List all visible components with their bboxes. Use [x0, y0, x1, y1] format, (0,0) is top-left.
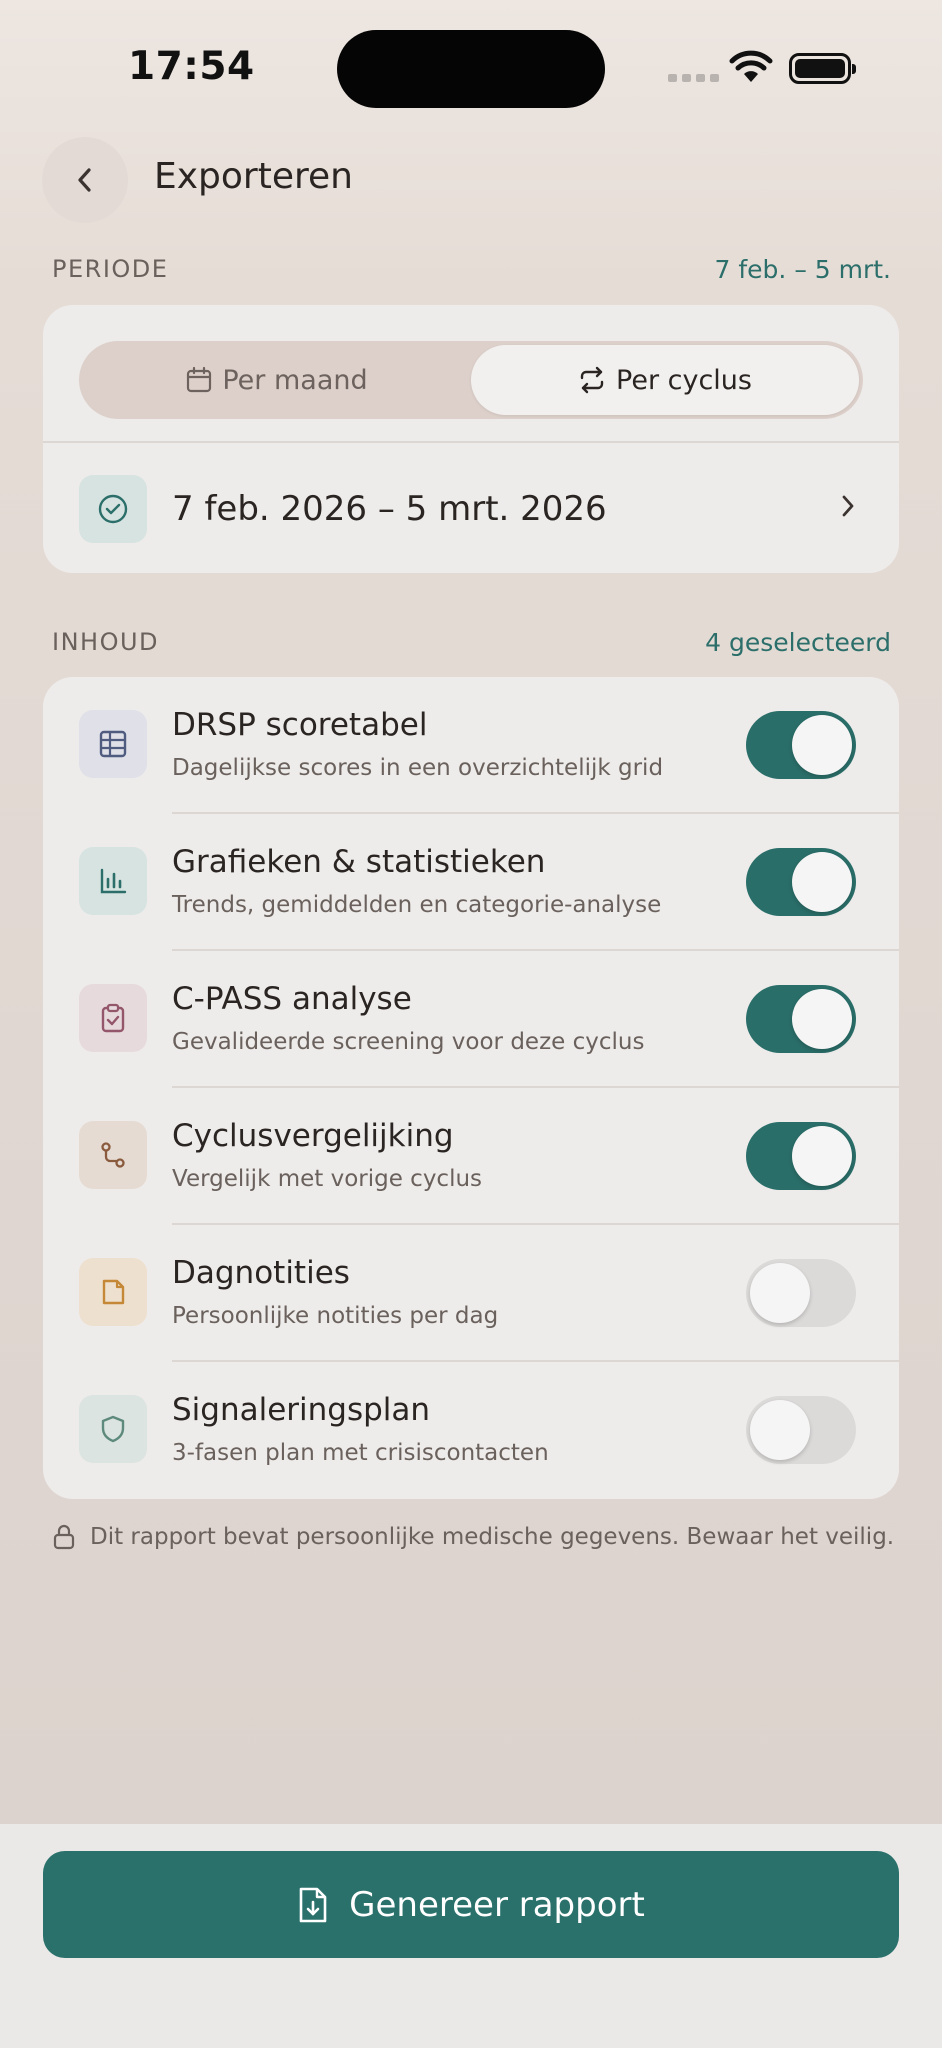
page-title: Exporteren — [154, 156, 353, 197]
toggle-grafieken[interactable] — [746, 848, 856, 916]
check-circle-icon — [79, 475, 147, 543]
item-subtitle: Vergelijk met vorige cyclus — [172, 1166, 483, 1192]
chevron-right-icon — [842, 495, 854, 517]
item-title: Dagnotities — [172, 1255, 350, 1291]
status-bar: 17:54 — [0, 0, 942, 140]
note-icon — [79, 1258, 147, 1326]
generate-report-button[interactable]: Genereer rapport — [43, 1851, 899, 1958]
item-title: Grafieken & statistieken — [172, 844, 546, 880]
toggle-drsp[interactable] — [746, 711, 856, 779]
period-segmented-control: Per maand Per cyclus — [79, 341, 863, 419]
segment-per-maand[interactable]: Per maand — [83, 345, 471, 415]
file-download-icon — [299, 1887, 327, 1922]
content-item-cpass[interactable]: C-PASS analyse Gevalideerde screening vo… — [43, 951, 899, 1088]
content-item-dagnotities[interactable]: Dagnotities Persoonlijke notities per da… — [43, 1225, 899, 1362]
dynamic-island — [337, 30, 605, 108]
privacy-note: Dit rapport bevat persoonlijke medische … — [52, 1524, 894, 1550]
repeat-icon — [580, 366, 604, 394]
date-range-row[interactable]: 7 feb. 2026 – 5 mrt. 2026 — [43, 443, 899, 573]
item-title: Cyclusvergelijking — [172, 1118, 454, 1154]
shield-icon — [79, 1395, 147, 1463]
toggle-dagnotities[interactable] — [746, 1259, 856, 1327]
item-title: C-PASS analyse — [172, 981, 412, 1017]
segment-per-cyclus[interactable]: Per cyclus — [471, 345, 859, 415]
wifi-icon — [729, 50, 773, 82]
content-card: DRSP scoretabel Dagelijkse scores in een… — [43, 677, 899, 1499]
table-grid-icon — [79, 710, 147, 778]
item-subtitle: Trends, gemiddelden en categorie-analyse — [172, 892, 662, 918]
period-card: Per maand Per cyclus 7 feb. 2026 – 5 mrt… — [43, 305, 899, 573]
back-button[interactable] — [42, 137, 128, 223]
lock-icon — [53, 1524, 75, 1550]
toggle-signaleringsplan[interactable] — [746, 1396, 856, 1464]
content-item-grafieken[interactable]: Grafieken & statistieken Trends, gemidde… — [43, 814, 899, 951]
segment-label: Per maand — [222, 364, 368, 396]
item-subtitle: Gevalideerde screening voor deze cyclus — [172, 1029, 645, 1055]
clipboard-check-icon — [79, 984, 147, 1052]
date-range-text: 7 feb. 2026 – 5 mrt. 2026 — [172, 489, 607, 529]
selected-count: 4 geselecteerd — [705, 628, 891, 657]
calendar-icon — [187, 366, 212, 393]
content-item-drsp[interactable]: DRSP scoretabel Dagelijkse scores in een… — [43, 677, 899, 814]
period-section-label: PERIODE — [52, 255, 169, 283]
item-title: DRSP scoretabel — [172, 707, 428, 743]
generate-report-label: Genereer rapport — [349, 1884, 645, 1925]
segment-label: Per cyclus — [616, 364, 752, 396]
chevron-left-icon — [78, 168, 91, 192]
cellular-signal-icon — [668, 74, 719, 82]
item-title: Signaleringsplan — [172, 1392, 431, 1428]
item-subtitle: Dagelijkse scores in een overzichtelijk … — [172, 755, 664, 781]
content-item-signaleringsplan[interactable]: Signaleringsplan 3-fasen plan met crisis… — [43, 1362, 899, 1499]
period-summary: 7 feb. – 5 mrt. — [714, 255, 891, 284]
privacy-note-text: Dit rapport bevat persoonlijke medische … — [90, 1524, 895, 1550]
item-subtitle: Persoonlijke notities per dag — [172, 1303, 499, 1329]
bar-chart-icon — [79, 847, 147, 915]
status-time: 17:54 — [128, 44, 255, 89]
content-item-cyclusvergelijking[interactable]: Cyclusvergelijking Vergelijk met vorige … — [43, 1088, 899, 1225]
toggle-cyclusvergelijking[interactable] — [746, 1122, 856, 1190]
content-section-label: INHOUD — [52, 628, 160, 656]
battery-icon — [789, 53, 856, 84]
toggle-cpass[interactable] — [746, 985, 856, 1053]
item-subtitle: 3-fasen plan met crisiscontacten — [172, 1440, 549, 1466]
compare-path-icon — [79, 1121, 147, 1189]
